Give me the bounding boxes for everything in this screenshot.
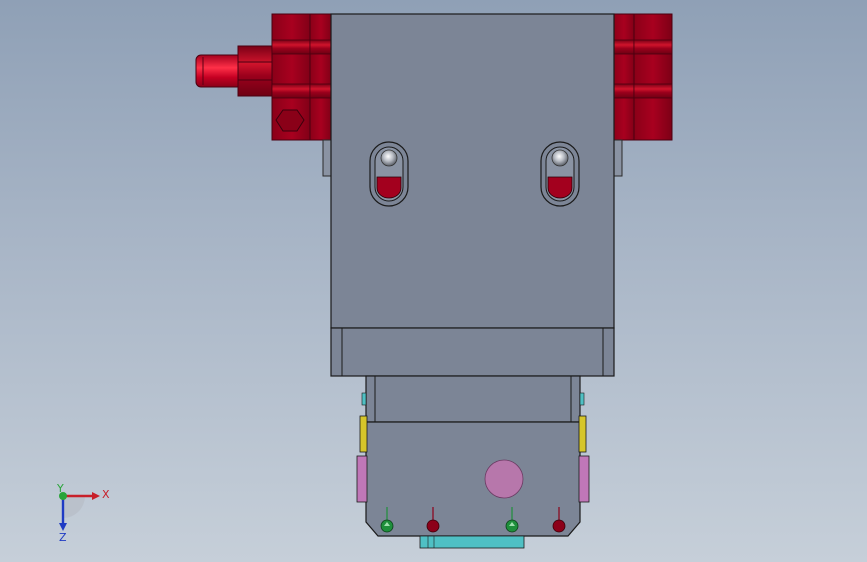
yellow-clip-left [359,415,368,453]
port-circle-icon[interactable] [484,459,524,499]
y-axis-label: Y [56,482,64,495]
cyan-connector [419,535,525,549]
coordinate-triad: X Y Z [56,482,110,544]
bottom-module[interactable] [356,415,590,549]
left-fitting[interactable] [195,13,333,177]
cad-viewport[interactable]: X Y Z [0,0,867,562]
left-fitting-nut [237,45,275,97]
magenta-tab-right [578,455,590,503]
z-axis-label: Z [59,531,67,544]
right-fitting-flange [611,13,637,141]
main-housing[interactable] [330,13,615,329]
slot-hole-icon [551,149,569,167]
right-fitting-block [633,13,673,141]
yellow-clip-right [578,415,587,453]
right-fitting[interactable] [611,13,673,177]
left-fitting-flange [309,13,333,141]
x-axis-label: X [102,488,110,501]
base-plate[interactable] [330,327,615,377]
slot-hole-icon [380,149,398,167]
neck-block[interactable] [361,375,585,423]
cyan-clip-left [361,392,367,406]
cyan-clip-right [579,392,585,406]
magenta-tab-left [356,455,368,503]
